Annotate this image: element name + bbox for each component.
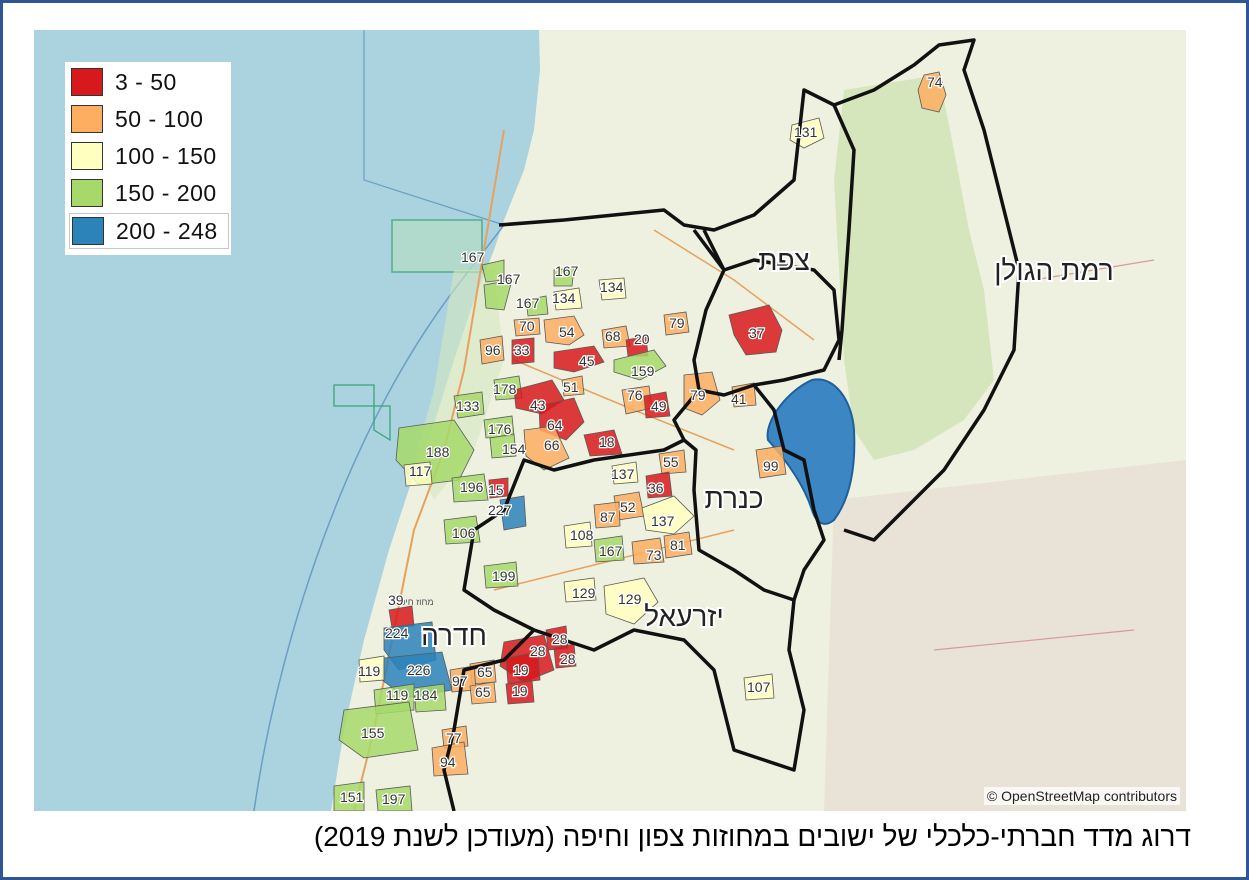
legend-item: 50 - 100: [69, 102, 229, 136]
region-label-kinneret: כנרת: [704, 483, 763, 514]
figure-caption: דרוג מדד חברתי-כלכלי של ישובים במחוזות צ…: [313, 821, 1191, 852]
label-119a: 119: [358, 663, 381, 679]
label-97: 97: [452, 673, 468, 689]
label-81: 81: [670, 537, 686, 553]
legend-item: 3 - 50: [69, 65, 229, 99]
label-39: 39: [388, 592, 404, 608]
legend-swatch: [71, 142, 103, 170]
legend-swatch: [71, 179, 103, 207]
label-226: 226: [407, 662, 431, 678]
label-76: 76: [627, 387, 643, 403]
label-155: 155: [361, 725, 385, 741]
label-159: 159: [631, 363, 655, 379]
label-18: 18: [599, 434, 615, 450]
label-119b: 119: [386, 687, 409, 703]
label-131: 131: [794, 124, 818, 140]
legend-label: 200 - 248: [116, 218, 218, 244]
label-199: 199: [492, 568, 516, 584]
label-106: 106: [452, 525, 476, 541]
label-99: 99: [763, 458, 779, 474]
map-legend: 3 - 50 50 - 100 100 - 150 150 - 200 200 …: [65, 62, 231, 255]
legend-item: 150 - 200: [69, 176, 229, 210]
label-129a: 129: [572, 585, 596, 601]
region-label-golan: רמת הגולן: [994, 255, 1113, 286]
label-65b: 65: [475, 684, 491, 700]
label-167c: 167: [555, 263, 579, 279]
label-107: 107: [747, 679, 771, 695]
region-label-jezreel: יזרעאל: [644, 601, 723, 632]
label-167d: 167: [516, 295, 540, 311]
label-51: 51: [563, 379, 579, 395]
label-227: 227: [488, 502, 512, 518]
label-64: 64: [547, 417, 563, 433]
label-70: 70: [519, 318, 535, 334]
label-52: 52: [620, 499, 636, 515]
label-28a: 28: [552, 631, 568, 647]
label-33: 33: [514, 342, 530, 358]
label-117: 117: [409, 463, 432, 479]
label-184: 184: [414, 687, 438, 703]
label-36: 36: [648, 480, 664, 496]
label-79a: 79: [669, 315, 685, 331]
label-41: 41: [731, 391, 747, 407]
label-43: 43: [530, 397, 546, 413]
label-65a: 65: [477, 664, 493, 680]
label-79b: 79: [690, 387, 706, 403]
label-137a: 137: [611, 466, 635, 482]
map-attribution[interactable]: © OpenStreetMap contributors: [983, 787, 1180, 805]
label-167b: 167: [497, 271, 521, 287]
label-28c: 28: [560, 651, 576, 667]
label-19b: 19: [512, 683, 528, 699]
label-87: 87: [600, 509, 616, 525]
region-label-hadera: חדרה: [421, 620, 487, 651]
label-15: 15: [488, 482, 504, 498]
legend-item: 200 - 248: [69, 213, 229, 249]
label-134a: 134: [600, 279, 624, 295]
legend-label: 150 - 200: [115, 180, 217, 206]
label-94: 94: [440, 754, 456, 770]
label-129b: 129: [618, 591, 642, 607]
figure-frame: רמת הגולן צפת כנרת יזרעאל חדרה מחוז חיפה…: [0, 0, 1249, 880]
legend-label: 3 - 50: [115, 69, 177, 95]
label-224: 224: [385, 625, 409, 641]
label-68: 68: [605, 328, 621, 344]
region-label-safed: צפת: [758, 245, 810, 276]
label-73: 73: [646, 547, 662, 563]
legend-item: 100 - 150: [69, 139, 229, 173]
label-108: 108: [570, 527, 594, 543]
label-188: 188: [426, 444, 450, 460]
label-20: 20: [634, 331, 650, 347]
label-167a: 167: [461, 249, 485, 265]
legend-label: 50 - 100: [115, 106, 204, 132]
legend-label: 100 - 150: [115, 143, 217, 169]
legend-swatch: [72, 217, 104, 245]
label-66: 66: [544, 437, 560, 453]
label-176: 176: [488, 421, 512, 437]
label-178: 178: [493, 381, 517, 397]
label-151: 151: [340, 789, 364, 805]
label-19a: 19: [513, 662, 529, 678]
label-196: 196: [460, 479, 484, 495]
jordan-land: [824, 460, 1186, 811]
label-197: 197: [382, 791, 406, 807]
label-45: 45: [579, 353, 595, 369]
label-96: 96: [485, 342, 501, 358]
label-49: 49: [651, 398, 667, 414]
label-137b: 137: [651, 513, 675, 529]
label-37: 37: [749, 325, 765, 341]
label-167e: 167: [599, 543, 623, 559]
label-133: 133: [456, 398, 480, 414]
label-55: 55: [663, 454, 679, 470]
label-28b: 28: [530, 643, 546, 659]
label-54: 54: [559, 324, 575, 340]
label-74: 74: [927, 74, 943, 90]
legend-swatch: [71, 105, 103, 133]
label-77: 77: [446, 730, 462, 746]
label-154: 154: [502, 441, 526, 457]
legend-swatch: [71, 68, 103, 96]
label-134b: 134: [552, 290, 576, 306]
